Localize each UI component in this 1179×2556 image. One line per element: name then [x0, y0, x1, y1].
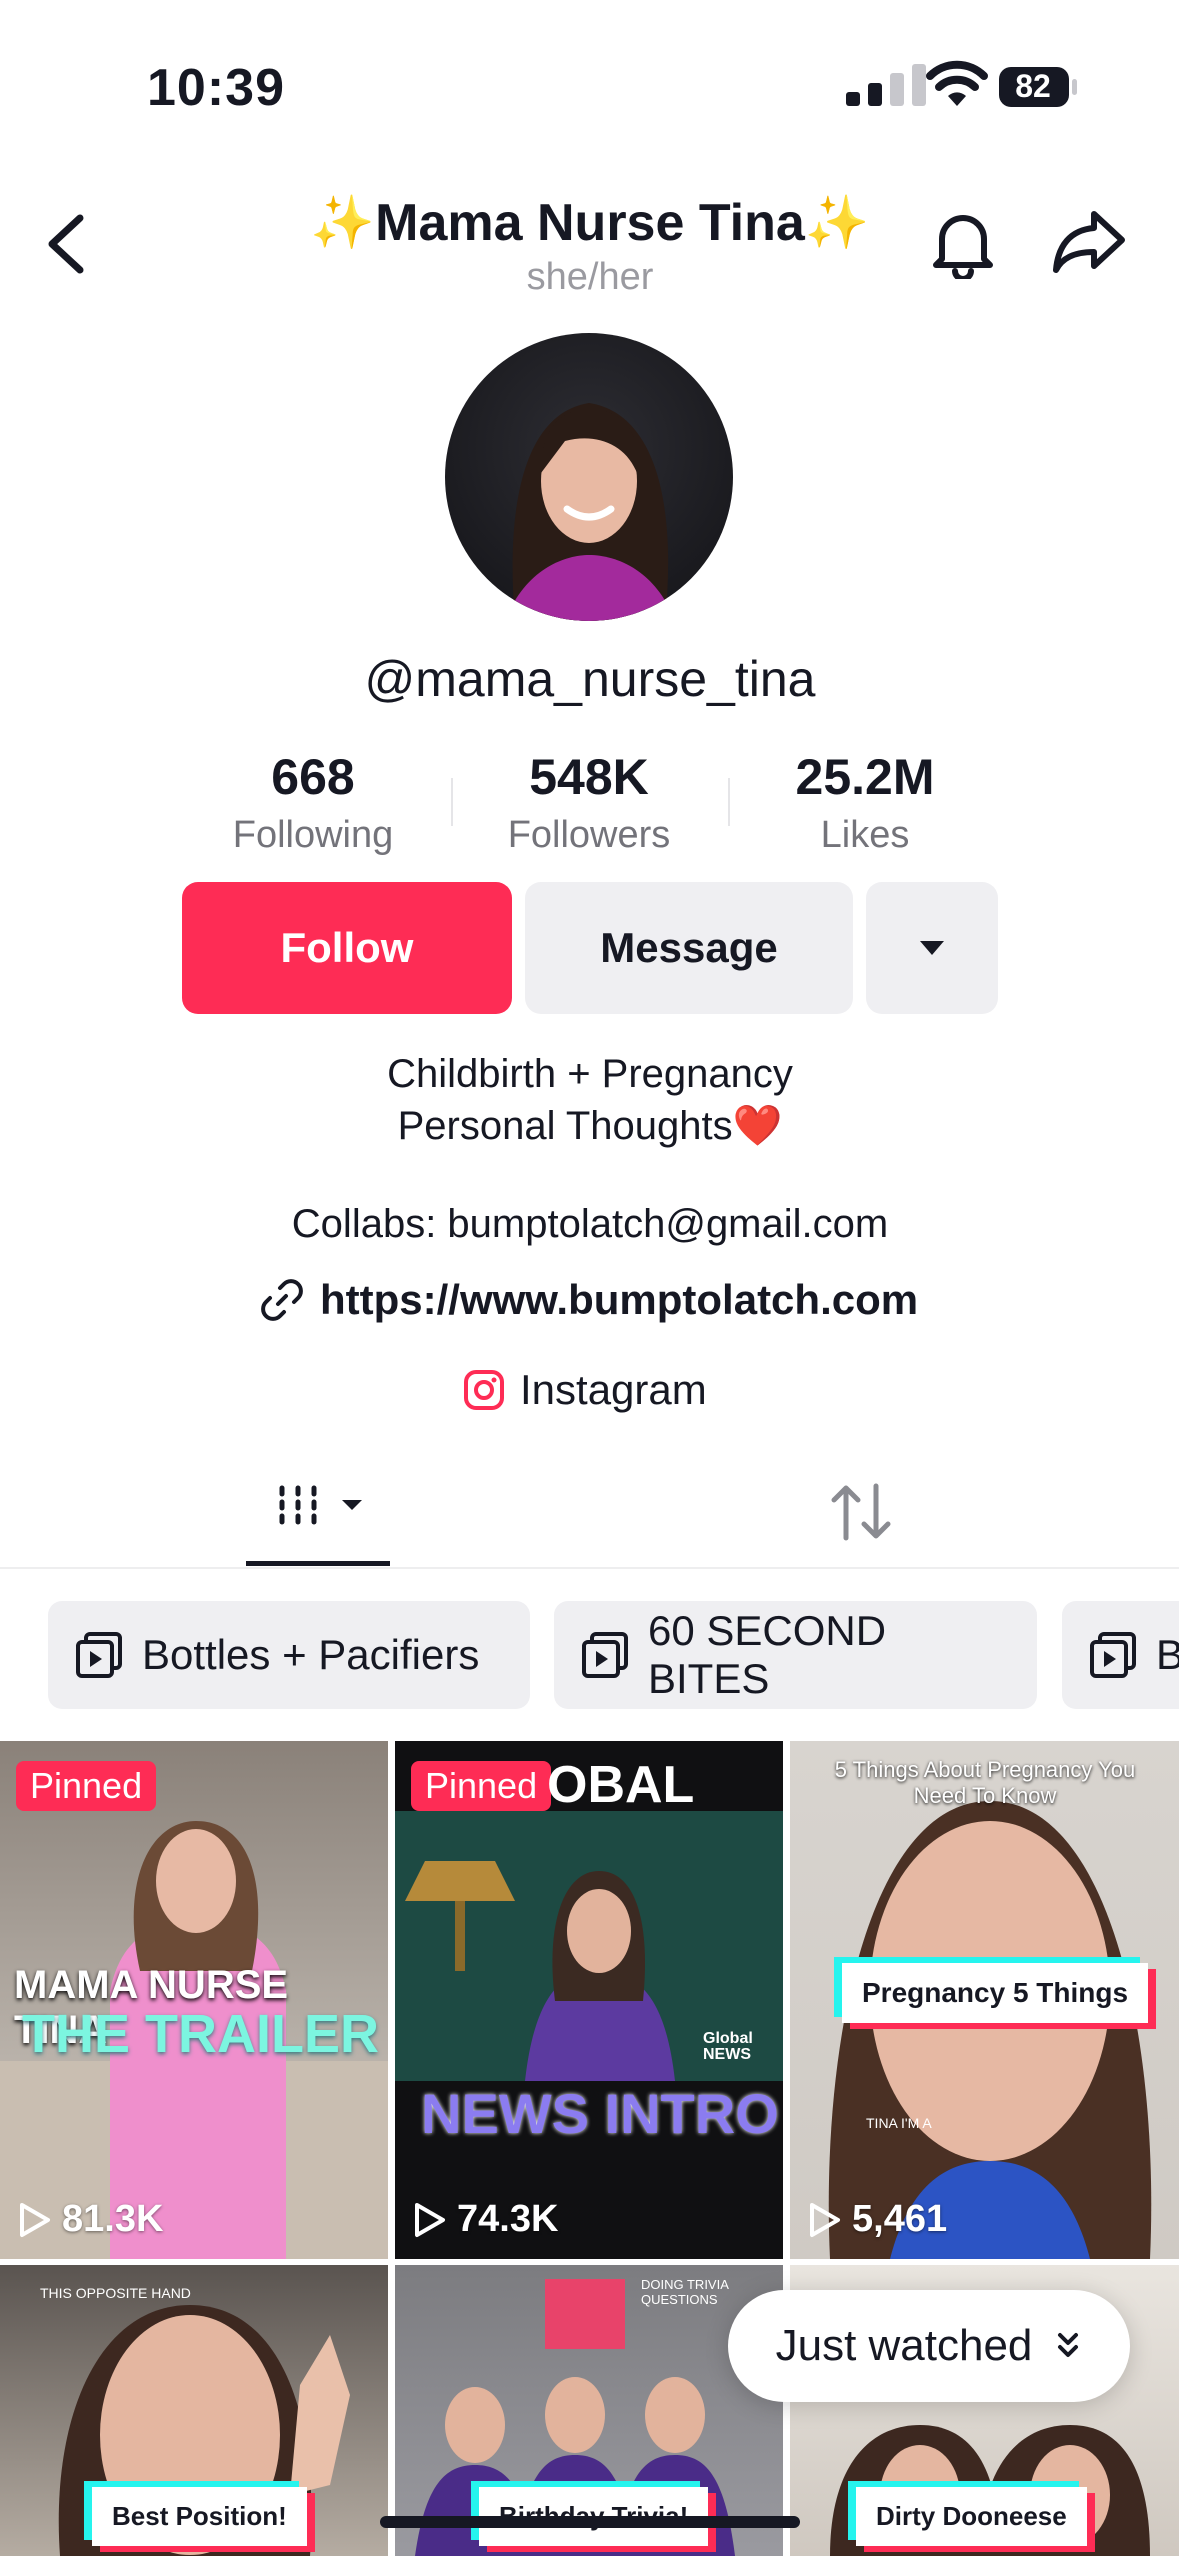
playlist-chip[interactable]: 60 SECOND BITES: [554, 1601, 1037, 1709]
message-button[interactable]: Message: [525, 882, 853, 1014]
video-caption: THIS OPPOSITE HAND: [40, 2285, 191, 2301]
battery-level: 82: [1015, 68, 1051, 104]
just-watched-label: Just watched: [775, 2321, 1033, 2370]
video-caption: NEWS INTRO: [421, 2082, 779, 2145]
video-caption: THE TRAILER: [22, 2004, 379, 2064]
pinned-badge: Pinned: [16, 1761, 157, 1811]
double-chevron-down-icon: [1058, 2333, 1079, 2357]
play-icon: [810, 2202, 840, 2237]
video-thumbnail[interactable]: DOING TRIVIA QUESTIONS Birthday Trivia!: [395, 2265, 783, 2556]
following-count: 668: [271, 749, 355, 805]
video-thumbnail[interactable]: THIS OPPOSITE HAND Best Position!: [0, 2265, 388, 2556]
instagram-icon: [464, 1370, 504, 1410]
home-indicator[interactable]: [380, 2516, 800, 2528]
stat-likes: 25.2M Likes: [745, 748, 985, 857]
stat-following[interactable]: 668 Following: [193, 748, 433, 857]
video-thumbnail[interactable]: Pinned OBAL Global NEWS NEWS INTRO 74.3K: [395, 1741, 783, 2259]
view-count: 74.3K: [413, 2198, 558, 2241]
avatar[interactable]: [445, 333, 733, 621]
link-icon: [261, 1279, 303, 1321]
video-subtitle: TINA I'M A: [866, 2115, 932, 2131]
pinned-badge: Pinned: [411, 1761, 552, 1811]
video-grid-icon: [279, 1485, 362, 1525]
playlist-icon: [582, 1632, 628, 1678]
playlist-chip[interactable]: B: [1062, 1601, 1179, 1709]
collabs-email: Collabs: bumptolatch@gmail.com: [291, 1202, 889, 1246]
wifi-icon: [926, 60, 988, 106]
username: @mama_nurse_tina: [364, 651, 816, 707]
instagram-link[interactable]: Instagram: [462, 1362, 707, 1418]
bio-line: Personal Thoughts❤️: [397, 1104, 783, 1148]
video-caption: OBAL: [547, 1756, 695, 1814]
playlist-label: B: [1156, 1631, 1179, 1678]
view-count: 5,461: [808, 2198, 947, 2241]
website-link[interactable]: https://www.bumptolatch.com: [258, 1272, 918, 1328]
tab-videos[interactable]: [246, 1476, 390, 1556]
stat-divider: [728, 778, 730, 826]
follow-button[interactable]: Follow: [182, 882, 512, 1014]
playlist-icon: [76, 1632, 122, 1678]
caret-down-icon: [920, 941, 944, 955]
cellular-signal-icon: [846, 64, 926, 106]
profile-title: ✨Mama Nurse Tina✨: [310, 194, 870, 252]
pronouns: she/her: [526, 256, 654, 298]
back-arrow-icon[interactable]: [42, 212, 92, 276]
status-time: 10:39: [147, 59, 285, 117]
suggested-accounts-button[interactable]: [866, 882, 998, 1014]
playlist-chip[interactable]: Bottles + Pacifiers: [48, 1601, 530, 1709]
just-watched-button[interactable]: Just watched: [728, 2290, 1130, 2402]
followers-count: 548K: [529, 749, 649, 805]
playlist-label: Bottles + Pacifiers: [142, 1631, 480, 1678]
playlist-label: 60 SECOND BITES: [648, 1607, 887, 1702]
notification-bell-icon[interactable]: [928, 205, 998, 279]
play-icon: [20, 2202, 50, 2237]
view-count-value: 74.3K: [457, 2198, 559, 2240]
tab-active-indicator: [246, 1561, 390, 1566]
play-icon: [415, 2202, 445, 2237]
website-url: https://www.bumptolatch.com: [320, 1276, 919, 1323]
stat-followers[interactable]: 548K Followers: [469, 748, 709, 857]
news-logo: Global NEWS: [703, 2030, 753, 2063]
tabs-divider: [0, 1567, 1179, 1569]
video-caption-box: Pregnancy 5 Things: [842, 1963, 1149, 2023]
video-thumbnail[interactable]: 5 Things About Pregnancy You Need To Kno…: [790, 1741, 1179, 2259]
bio-line: Childbirth + Pregnancy: [387, 1052, 793, 1096]
likes-label: Likes: [820, 814, 910, 856]
instagram-label: Instagram: [520, 1366, 707, 1413]
followers-label: Followers: [507, 814, 671, 856]
likes-count: 25.2M: [795, 749, 935, 805]
video-thumbnail[interactable]: Pinned MAMA NURSE TINA THE TRAILER 81.3K: [0, 1741, 388, 2259]
view-count-value: 5,461: [852, 2198, 948, 2240]
stat-divider: [451, 778, 453, 826]
playlist-icon: [1090, 1632, 1136, 1678]
video-caption-box: Best Position!: [92, 2487, 307, 2546]
video-frame: [395, 1811, 783, 2081]
view-count-value: 81.3K: [62, 2198, 164, 2240]
following-label: Following: [232, 814, 394, 856]
battery-icon: 82: [998, 66, 1078, 108]
repost-tab-icon[interactable]: [826, 1480, 896, 1544]
video-caption: 5 Things About Pregnancy You Need To Kno…: [834, 1757, 1136, 1808]
view-count: 81.3K: [18, 2198, 163, 2241]
share-arrow-icon[interactable]: [1052, 208, 1128, 276]
video-caption-box: Dirty Dooneese: [856, 2487, 1087, 2546]
